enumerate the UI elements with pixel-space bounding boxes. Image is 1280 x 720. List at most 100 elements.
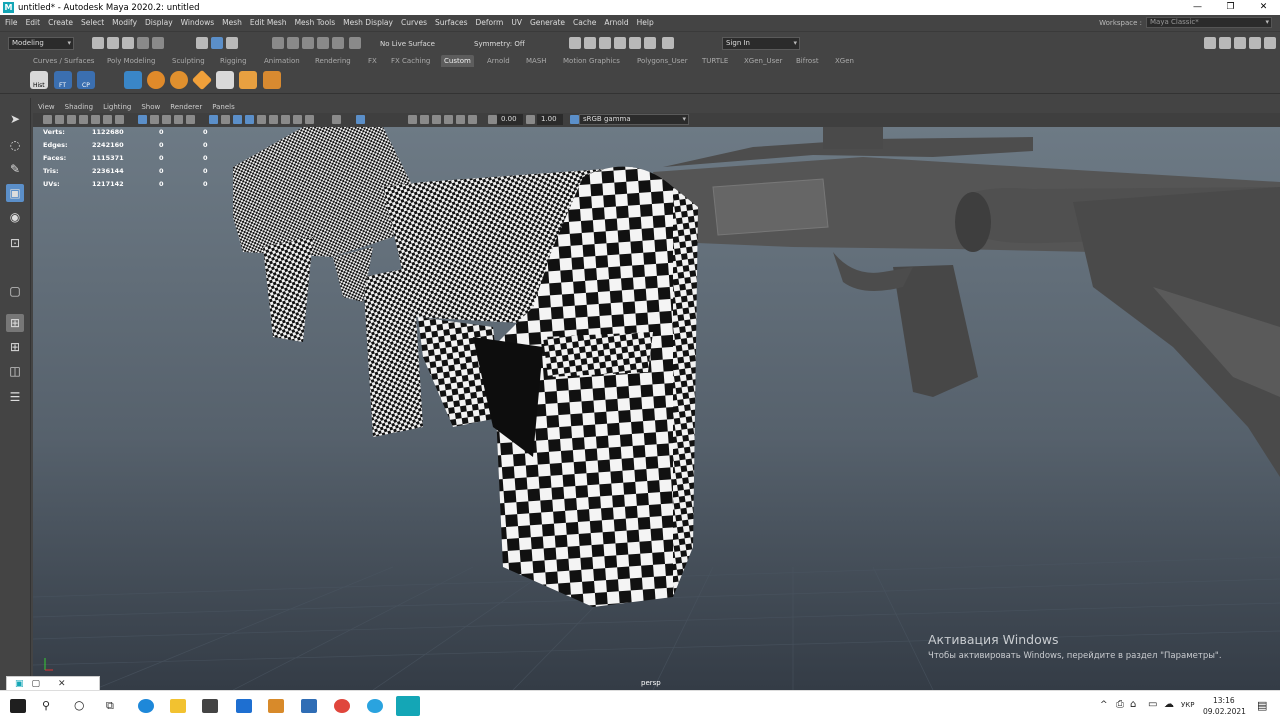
symmetry-label[interactable]: Symmetry: Off <box>474 40 525 48</box>
gamma-icon[interactable] <box>526 115 535 124</box>
tab-curves-surfaces[interactable]: Curves / Surfaces <box>30 55 97 67</box>
menu-modify[interactable]: Modify <box>112 18 137 27</box>
task-view-icon[interactable]: ⧉ <box>106 699 114 713</box>
frame-selected-icon[interactable] <box>432 115 441 124</box>
exposure-icon[interactable] <box>488 115 497 124</box>
cube-split-icon[interactable] <box>239 71 257 89</box>
tab-xgen-user[interactable]: XGen_User <box>741 55 785 67</box>
live-surface-label[interactable]: No Live Surface <box>380 40 435 48</box>
camera-attributes-icon[interactable] <box>43 115 52 124</box>
tab-rigging[interactable]: Rigging <box>217 55 250 67</box>
mail-icon[interactable] <box>236 699 252 713</box>
file-explorer-icon[interactable] <box>170 699 186 713</box>
diamond-tool-icon[interactable] <box>191 69 213 91</box>
view-transform-dropdown[interactable]: sRGB gamma <box>579 114 689 125</box>
menu-uv[interactable]: UV <box>511 18 522 27</box>
store-icon[interactable] <box>202 699 218 713</box>
tab-polygons-user[interactable]: Polygons_User <box>634 55 691 67</box>
tray-battery-icon[interactable]: ▭ <box>1148 699 1157 710</box>
ipr-render-icon[interactable] <box>599 37 611 49</box>
panel-menu-lighting[interactable]: Lighting <box>103 103 131 111</box>
panel-menu-shading[interactable]: Shading <box>65 103 93 111</box>
rotate-tool-icon[interactable]: ◉ <box>6 208 24 226</box>
move-tool-icon[interactable]: ▣ <box>6 184 24 202</box>
image-plane-icon[interactable] <box>67 115 76 124</box>
selection-lock-icon[interactable] <box>420 115 429 124</box>
select-component-icon[interactable] <box>226 37 238 49</box>
tab-rendering[interactable]: Rendering <box>312 55 354 67</box>
arnold-render-icon[interactable] <box>644 37 656 49</box>
menu-surfaces[interactable]: Surfaces <box>435 18 467 27</box>
tab-motion-graphics[interactable]: Motion Graphics <box>560 55 623 67</box>
gamma-field[interactable]: 1.00 <box>537 114 563 125</box>
paint-select-icon[interactable]: ✎ <box>6 160 24 178</box>
pause-icon[interactable] <box>662 37 674 49</box>
undo-icon[interactable] <box>137 37 149 49</box>
sphere-display-icon[interactable] <box>332 115 341 124</box>
tab-xgen[interactable]: XGen <box>832 55 857 67</box>
tray-network-icon[interactable]: ⌂ <box>1130 699 1136 710</box>
tab-sculpting[interactable]: Sculpting <box>169 55 208 67</box>
tab-animation[interactable]: Animation <box>261 55 303 67</box>
grid-icon[interactable] <box>103 115 112 124</box>
camera-bookmark-icon[interactable] <box>55 115 64 124</box>
menu-mesh-display[interactable]: Mesh Display <box>343 18 393 27</box>
new-scene-icon[interactable] <box>92 37 104 49</box>
menu-help[interactable]: Help <box>637 18 654 27</box>
cortana-icon[interactable]: ○ <box>74 698 84 712</box>
frame-all-icon[interactable] <box>444 115 453 124</box>
save-scene-icon[interactable] <box>122 37 134 49</box>
color-management-icon[interactable] <box>570 115 579 124</box>
menu-set-dropdown[interactable]: Modeling <box>8 37 74 50</box>
panel-menu-view[interactable]: View <box>38 103 55 111</box>
select-hierarchy-icon[interactable] <box>196 37 208 49</box>
textured-icon[interactable] <box>186 115 195 124</box>
photos-icon[interactable] <box>301 699 317 713</box>
minimized-window-icon[interactable]: ▣ <box>15 679 24 689</box>
bar-graph-icon[interactable] <box>124 71 142 89</box>
sphere-tool-icon[interactable] <box>147 71 165 89</box>
tab-mash[interactable]: MASH <box>523 55 550 67</box>
notifications-icon[interactable]: ▤ <box>1257 699 1267 712</box>
restore-icon[interactable]: ▢ <box>32 679 41 689</box>
minimize-button[interactable]: — <box>1181 0 1214 15</box>
film-gate-icon[interactable] <box>115 115 124 124</box>
menu-edit-mesh[interactable]: Edit Mesh <box>250 18 287 27</box>
close-icon[interactable]: ✕ <box>58 679 66 689</box>
chrome-icon[interactable] <box>334 699 350 713</box>
tab-bifrost[interactable]: Bifrost <box>793 55 822 67</box>
shadows-icon[interactable] <box>221 115 230 124</box>
open-scene-icon[interactable] <box>107 37 119 49</box>
perspective-viewport[interactable] <box>33 127 1280 690</box>
search-icon[interactable]: ⚲ <box>42 699 50 712</box>
attribute-editor-icon[interactable] <box>1219 37 1231 49</box>
select-object-icon[interactable] <box>211 37 223 49</box>
menu-create[interactable]: Create <box>48 18 73 27</box>
modeling-toolkit-icon[interactable] <box>1204 37 1216 49</box>
scale-tool-icon[interactable]: ⊡ <box>6 234 24 252</box>
edge-icon[interactable] <box>138 699 154 713</box>
menu-arnold[interactable]: Arnold <box>604 18 628 27</box>
workspace-dropdown[interactable]: Maya Classic* <box>1146 17 1272 28</box>
tab-poly-modeling[interactable]: Poly Modeling <box>104 55 158 67</box>
flat-shade-icon[interactable] <box>174 115 183 124</box>
telegram-icon[interactable] <box>367 699 383 713</box>
depth-of-field-icon[interactable] <box>269 115 278 124</box>
snap-grid-icon[interactable] <box>272 37 284 49</box>
xray-icon[interactable] <box>293 115 302 124</box>
start-windows-icon[interactable] <box>10 699 26 713</box>
tool-settings-icon[interactable] <box>1234 37 1246 49</box>
menu-generate[interactable]: Generate <box>530 18 565 27</box>
bounding-box-icon[interactable] <box>162 115 171 124</box>
snap-view-icon[interactable] <box>317 37 329 49</box>
snap-point-icon[interactable] <box>302 37 314 49</box>
lasso-tool-icon[interactable]: ◌ <box>6 136 24 154</box>
menu-mesh-tools[interactable]: Mesh Tools <box>295 18 336 27</box>
grease-pencil-icon[interactable] <box>91 115 100 124</box>
tab-fx-caching[interactable]: FX Caching <box>388 55 433 67</box>
tab-custom[interactable]: Custom <box>441 55 474 67</box>
blender-cube-icon[interactable] <box>268 699 284 713</box>
language-indicator[interactable]: УКР <box>1181 701 1194 709</box>
menu-select[interactable]: Select <box>81 18 104 27</box>
safe-action-icon[interactable] <box>468 115 477 124</box>
